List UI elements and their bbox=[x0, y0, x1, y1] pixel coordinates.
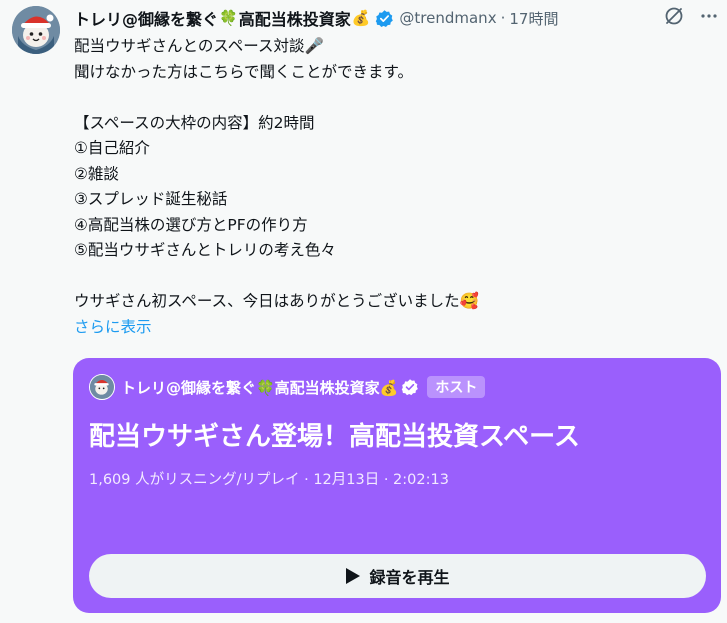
santa-character-icon bbox=[12, 6, 60, 54]
santa-character-icon bbox=[90, 375, 113, 398]
host-avatar bbox=[89, 374, 115, 400]
play-recording-button[interactable]: 録音を再生 bbox=[89, 554, 706, 598]
author-display-name[interactable]: トレリ@御縁を繋ぐ bbox=[74, 6, 218, 30]
header-separator: · bbox=[500, 9, 506, 27]
clover-emoji: 🍀 bbox=[219, 9, 238, 27]
tweet-body: 配当ウサギさんとのスペース対談🎤 聞けなかった方はこちらで聞くことができます。 … bbox=[74, 34, 714, 340]
tweet-header: トレリ@御縁を繋ぐ 🍀 高配当株投資家 💰 @trendmanx · 17時間 bbox=[74, 6, 558, 30]
tweet-text-line: 配当ウサギさんとのスペース対談🎤 bbox=[74, 37, 324, 55]
space-host-row: トレリ@御縁を繋ぐ🍀高配当株投資家💰 ホスト bbox=[89, 374, 486, 400]
play-icon bbox=[346, 568, 361, 584]
more-options-icon[interactable] bbox=[697, 4, 721, 28]
play-recording-label: 録音を再生 bbox=[369, 568, 450, 587]
tweet-text-line: ②雑談 bbox=[74, 164, 119, 183]
space-meta: 1,609 人がリスニング/リプレイ · 12月13日 · 2:02:13 bbox=[89, 472, 449, 488]
space-host-name: トレリ@御縁を繋ぐ🍀高配当株投資家💰 bbox=[121, 378, 399, 397]
tweet-text-line: ①自己紹介 bbox=[74, 139, 150, 157]
author-avatar[interactable] bbox=[12, 6, 60, 54]
host-verified-badge-icon bbox=[401, 378, 419, 396]
tweet-text-line bbox=[74, 264, 714, 290]
tweet-timestamp[interactable]: 17時間 bbox=[509, 8, 558, 29]
tweet-text-line: ⑤配当ウサギさんとトレリの考え色々 bbox=[74, 241, 336, 259]
tweet-text-line: ④高配当株の選び方とPFの作り方 bbox=[74, 215, 308, 234]
space-card[interactable]: トレリ@御縁を繋ぐ🍀高配当株投資家💰 ホスト 配当ウサギさん登場！高配当投資スペ… bbox=[73, 358, 721, 613]
grok-icon[interactable] bbox=[662, 4, 686, 28]
verified-badge-icon bbox=[375, 9, 394, 28]
tweet-text-line: ウサギさん初スペース、今日はありがとうございました🥰 bbox=[74, 292, 479, 310]
tweet-text-line: 聞けなかった方はこちらで聞くことができます。 bbox=[74, 62, 413, 81]
tweet-text-line: ③スプレッド誕生秘話 bbox=[74, 190, 228, 208]
author-handle[interactable]: @trendmanx bbox=[399, 9, 496, 27]
tweet[interactable]: トレリ@御縁を繋ぐ 🍀 高配当株投資家 💰 @trendmanx · 17時間 … bbox=[0, 0, 727, 623]
show-more-link[interactable]: さらに表示 bbox=[74, 315, 714, 341]
space-title: 配当ウサギさん登場！高配当投資スペース bbox=[89, 422, 580, 452]
tweet-text-line: 【スペースの大枠の内容】約2時間 bbox=[74, 113, 315, 132]
tweet-text-line bbox=[74, 85, 714, 111]
moneybag-emoji: 💰 bbox=[351, 9, 371, 27]
host-badge: ホスト bbox=[427, 376, 486, 398]
author-display-name-suffix[interactable]: 高配当株投資家 bbox=[239, 6, 351, 30]
